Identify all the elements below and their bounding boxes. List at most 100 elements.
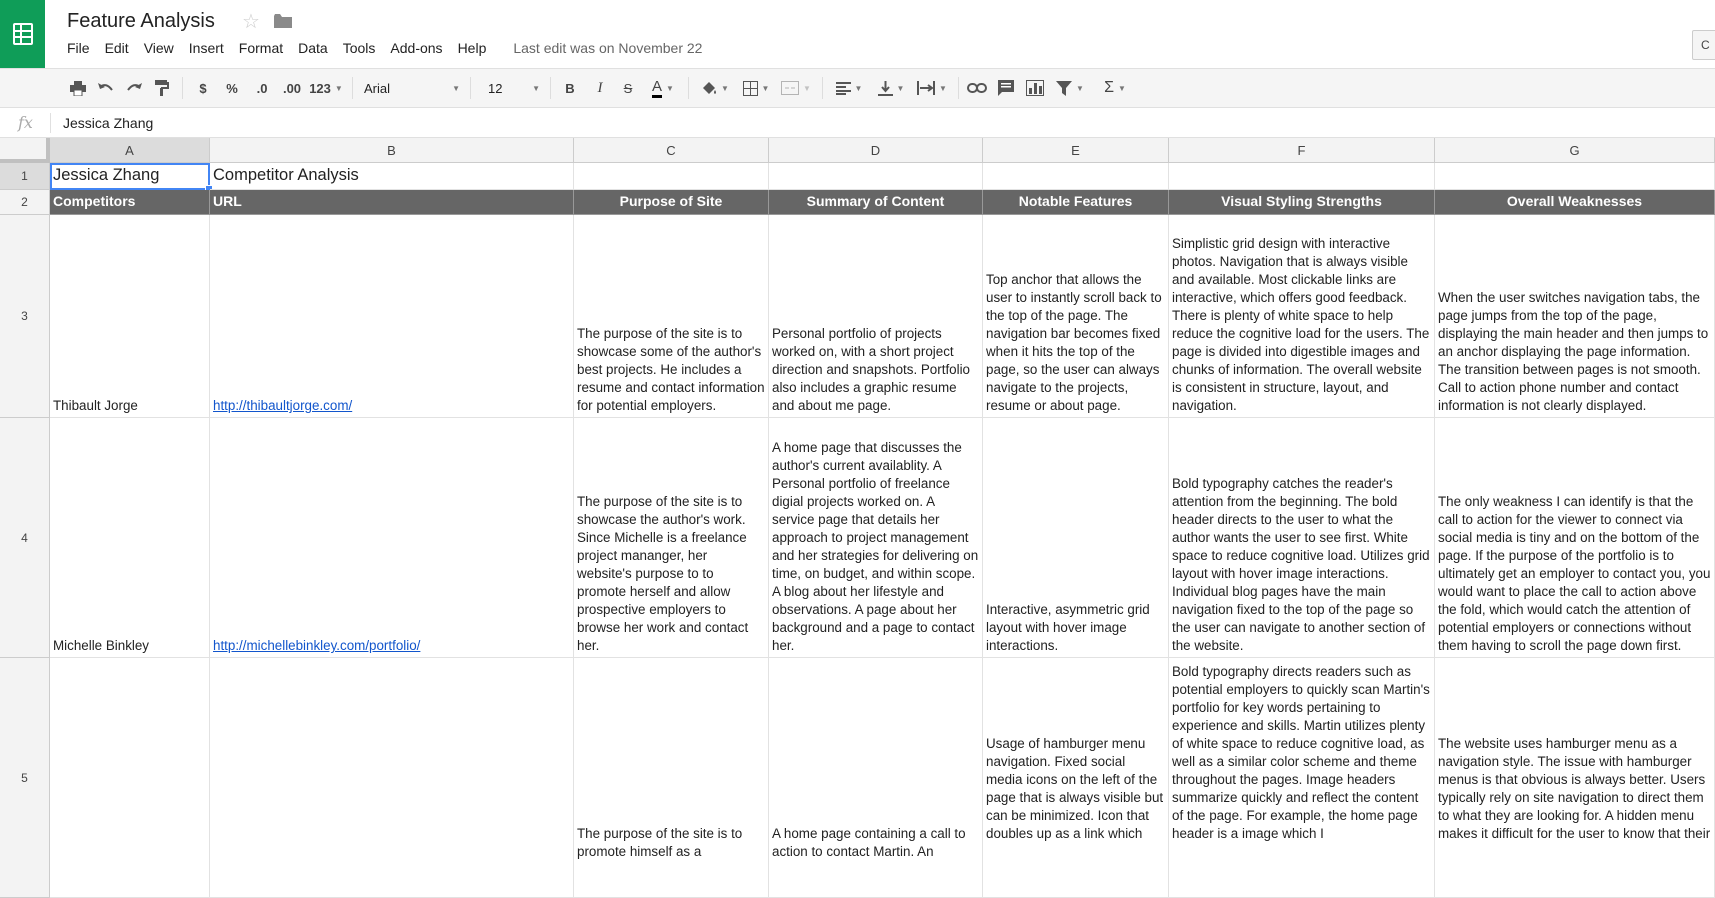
text-wrapping-button[interactable]: ▼ xyxy=(914,77,950,99)
competitor-url-link[interactable]: http://thibaultjorge.com/ xyxy=(213,397,352,415)
cell-a1[interactable]: Jessica Zhang xyxy=(50,163,210,190)
cell-c4[interactable]: The purpose of the site is to showcase t… xyxy=(574,418,769,658)
row-header-1[interactable]: 1 xyxy=(0,163,50,190)
cell-g4[interactable]: The only weakness I can identify is that… xyxy=(1435,418,1715,658)
filter-button[interactable]: ▼ xyxy=(1052,77,1088,99)
cell-c3[interactable]: The purpose of the site is to showcase s… xyxy=(574,215,769,418)
cell-f4[interactable]: Bold typography catches the reader's att… xyxy=(1169,418,1435,658)
column-header-e[interactable]: E xyxy=(983,138,1169,163)
competitor-url-link[interactable]: http://michellebinkley.com/portfolio/ xyxy=(213,637,420,655)
decrease-decimal-button[interactable]: .0 xyxy=(252,77,272,99)
cell-b5[interactable] xyxy=(210,658,574,898)
weaknesses-text: When the user switches navigation tabs, … xyxy=(1438,290,1709,413)
cell-f2[interactable]: Visual Styling Strengths xyxy=(1169,190,1435,215)
cell-e5[interactable]: Usage of hamburger menu navigation. Fixe… xyxy=(983,658,1169,898)
cell-a1-text: Jessica Zhang xyxy=(53,166,160,184)
column-header-d[interactable]: D xyxy=(769,138,983,163)
sheets-logo-icon[interactable] xyxy=(0,0,45,68)
cell-e3[interactable]: Top anchor that allows the user to insta… xyxy=(983,215,1169,418)
redo-icon[interactable] xyxy=(124,77,144,99)
merge-cells-button[interactable]: ▼ xyxy=(778,77,814,99)
menu-view[interactable]: View xyxy=(144,40,174,56)
row-header-4[interactable]: 4 xyxy=(0,418,50,658)
cell-g1[interactable] xyxy=(1435,163,1715,190)
cell-a2[interactable]: Competitors xyxy=(50,190,210,215)
insert-link-icon[interactable] xyxy=(966,77,988,99)
star-icon[interactable]: ☆ xyxy=(242,9,260,34)
last-edit-status[interactable]: Last edit was on November 22 xyxy=(513,40,702,56)
cell-a3[interactable]: Thibault Jorge xyxy=(50,215,210,418)
column-header-b[interactable]: B xyxy=(210,138,574,163)
cell-d2[interactable]: Summary of Content xyxy=(769,190,983,215)
toolbar: $ % .0 .00 123 ▼ Arial ▼ 12 ▼ B I S A ▼ ▼ ▼ … xyxy=(0,68,1715,108)
cell-d5[interactable]: A home page containing a call to action … xyxy=(769,658,983,898)
cell-d4[interactable]: A home page that discusses the author's … xyxy=(769,418,983,658)
font-size-select[interactable]: 12 ▼ xyxy=(488,77,540,99)
menu-addons[interactable]: Add-ons xyxy=(390,40,442,56)
text-color-button[interactable]: A ▼ xyxy=(646,77,680,99)
cell-f3[interactable]: Simplistic grid design with interactive … xyxy=(1169,215,1435,418)
font-family-select[interactable]: Arial ▼ xyxy=(364,77,460,99)
cell-c5[interactable]: The purpose of the site is to promote hi… xyxy=(574,658,769,898)
cell-b4[interactable]: http://michellebinkley.com/portfolio/ xyxy=(210,418,574,658)
undo-icon[interactable] xyxy=(96,77,116,99)
percent-format-button[interactable]: % xyxy=(224,77,240,99)
cell-b3[interactable]: http://thibaultjorge.com/ xyxy=(210,215,574,418)
column-header-a[interactable]: A xyxy=(50,138,210,163)
menu-format[interactable]: Format xyxy=(239,40,283,56)
paint-bucket-icon xyxy=(703,82,717,94)
menu-insert[interactable]: Insert xyxy=(189,40,224,56)
cell-g2[interactable]: Overall Weaknesses xyxy=(1435,190,1715,215)
cell-b2[interactable]: URL xyxy=(210,190,574,215)
more-formats-button[interactable]: 123 ▼ xyxy=(308,77,344,99)
strikethrough-button[interactable]: S xyxy=(620,77,636,99)
column-header-c[interactable]: C xyxy=(574,138,769,163)
insert-chart-icon[interactable] xyxy=(1024,77,1046,99)
cell-g5[interactable]: The website uses hamburger menu as a nav… xyxy=(1435,658,1715,898)
chevron-down-icon: ▼ xyxy=(452,83,460,93)
bold-button[interactable]: B xyxy=(562,77,578,99)
cell-f5[interactable]: Bold typography directs readers such as … xyxy=(1169,658,1435,898)
currency-format-button[interactable]: $ xyxy=(196,77,210,99)
fill-color-button[interactable]: ▼ xyxy=(698,77,732,99)
vertical-align-button[interactable]: ▼ xyxy=(874,77,908,99)
cell-d3[interactable]: Personal portfolio of projects worked on… xyxy=(769,215,983,418)
print-icon[interactable] xyxy=(68,77,88,99)
column-header-f[interactable]: F xyxy=(1169,138,1435,163)
increase-decimal-button[interactable]: .00 xyxy=(280,77,304,99)
row-header-5[interactable]: 5 xyxy=(0,658,50,898)
select-all-corner[interactable] xyxy=(0,138,50,163)
cell-a4[interactable]: Michelle Binkley xyxy=(50,418,210,658)
menu-data[interactable]: Data xyxy=(298,40,328,56)
cell-g3[interactable]: When the user switches navigation tabs, … xyxy=(1435,215,1715,418)
row-header-3[interactable]: 3 xyxy=(0,215,50,418)
paint-format-icon[interactable] xyxy=(152,77,172,99)
cell-b1[interactable]: Competitor Analysis xyxy=(210,163,574,190)
cell-f1[interactable] xyxy=(1169,163,1435,190)
menu-tools[interactable]: Tools xyxy=(343,40,376,56)
cell-a5[interactable] xyxy=(50,658,210,898)
folder-icon[interactable] xyxy=(274,14,292,29)
cell-c2[interactable]: Purpose of Site xyxy=(574,190,769,215)
column-header-g[interactable]: G xyxy=(1435,138,1715,163)
insert-comment-icon[interactable] xyxy=(996,77,1016,99)
comments-button[interactable]: C xyxy=(1692,30,1715,60)
align-bottom-icon xyxy=(877,80,893,96)
borders-button[interactable]: ▼ xyxy=(740,77,772,99)
header-weaknesses: Overall Weaknesses xyxy=(1506,193,1643,209)
row-header-2[interactable]: 2 xyxy=(0,190,50,215)
cell-c1[interactable] xyxy=(574,163,769,190)
cell-e4[interactable]: Interactive, asymmetric grid layout with… xyxy=(983,418,1169,658)
functions-button[interactable]: Σ ▼ xyxy=(1098,77,1132,99)
menu-edit[interactable]: Edit xyxy=(105,40,129,56)
cell-d1[interactable] xyxy=(769,163,983,190)
cell-e2[interactable]: Notable Features xyxy=(983,190,1169,215)
cell-e1[interactable] xyxy=(983,163,1169,190)
menu-file[interactable]: File xyxy=(67,40,90,56)
formula-input[interactable]: Jessica Zhang xyxy=(63,115,153,131)
italic-button[interactable]: I xyxy=(592,77,608,99)
document-title[interactable]: Feature Analysis xyxy=(67,10,215,33)
menu-help[interactable]: Help xyxy=(458,40,487,56)
horizontal-align-button[interactable]: ▼ xyxy=(832,77,866,99)
chevron-down-icon: ▼ xyxy=(854,83,863,93)
